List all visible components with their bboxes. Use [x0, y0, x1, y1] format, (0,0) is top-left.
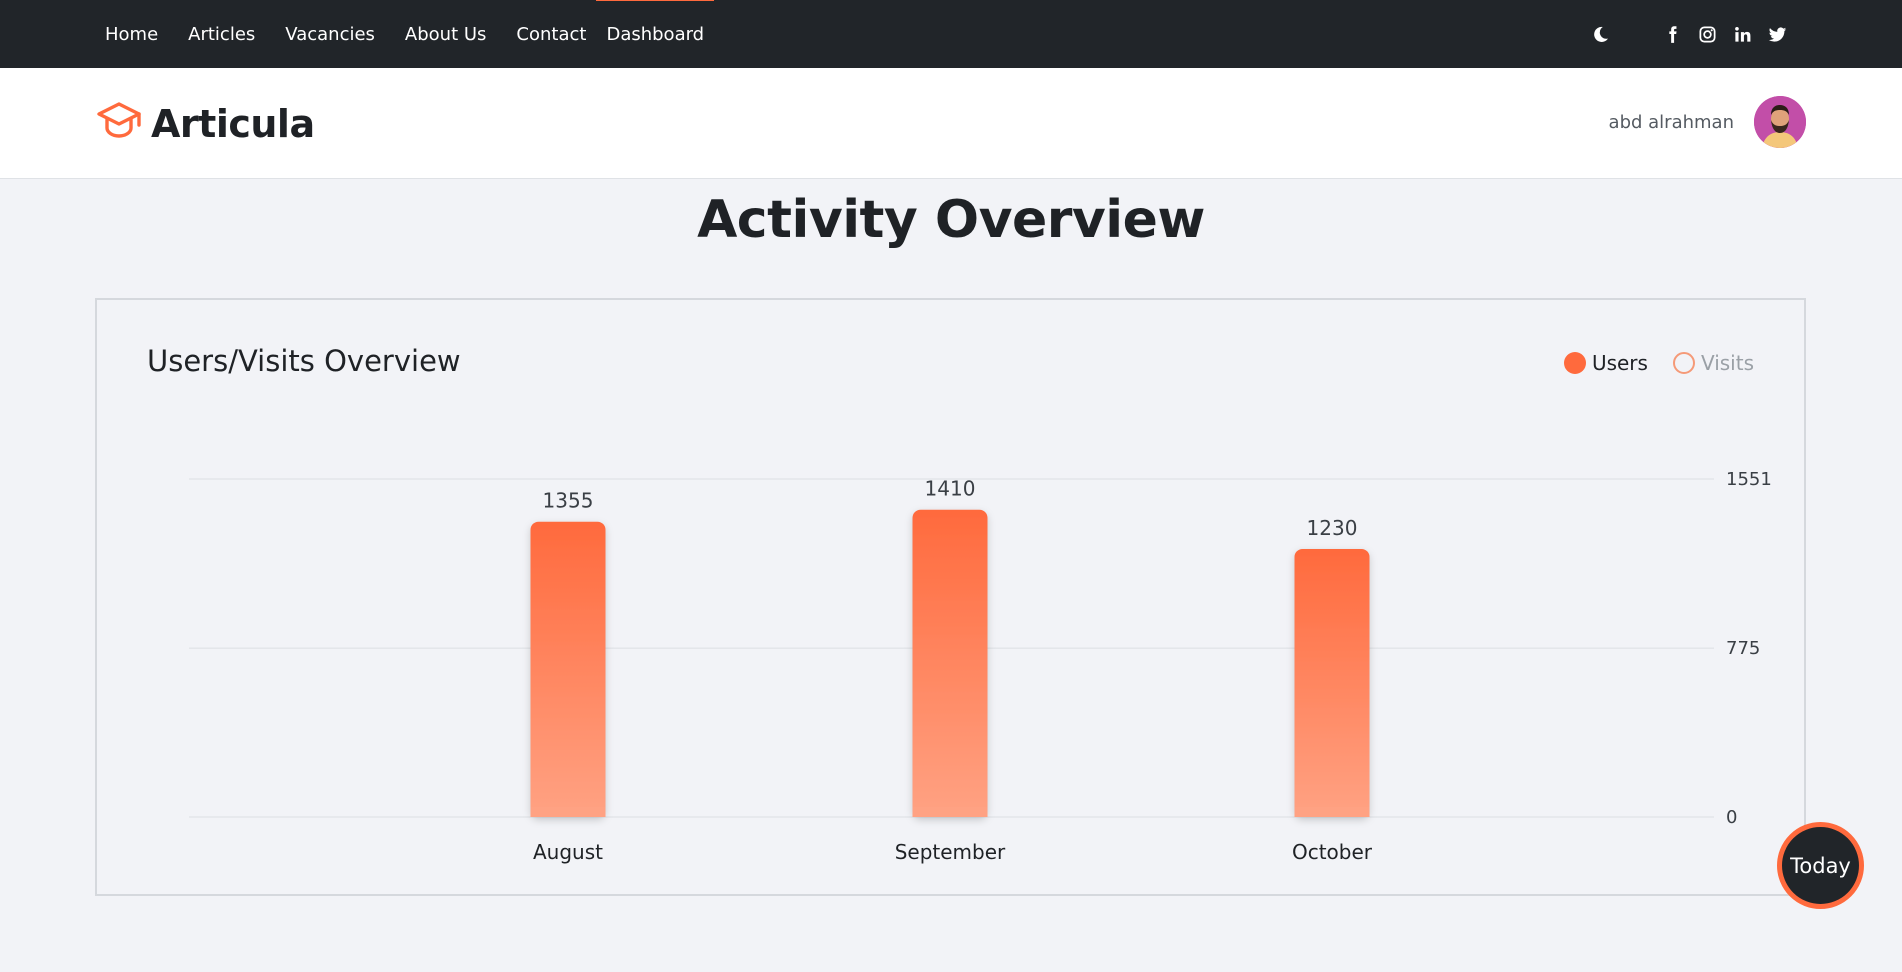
site-header: Articula abd alrahman	[0, 68, 1902, 179]
avatar[interactable]	[1754, 96, 1806, 148]
brand-logo[interactable]: Articula	[96, 101, 315, 147]
bar-value-label: 1410	[925, 477, 976, 501]
bar-base	[1294, 807, 1370, 817]
y-tick-label: 775	[1726, 638, 1760, 659]
instagram-icon[interactable]	[1697, 24, 1717, 44]
linkedin-icon[interactable]	[1732, 24, 1752, 44]
bar-august[interactable]	[530, 521, 606, 817]
chart-card: Users/Visits Overview Users Visits 0 775 1…	[95, 298, 1806, 896]
y-tick-label: 1551	[1726, 469, 1772, 490]
social-links	[1662, 0, 1787, 68]
user-menu[interactable]: abd alrahman	[1609, 96, 1806, 148]
bar-september[interactable]	[912, 509, 988, 817]
nav-link-vacancies[interactable]: Vacancies	[285, 24, 375, 45]
nav-links: Home Articles Vacancies About Us Contact…	[105, 0, 714, 68]
x-category-label: October	[1292, 840, 1373, 864]
bar-chart: 0 775 1551 1355 August 1410 September 1230 Octob…	[189, 469, 1772, 864]
page-title: Activity Overview	[697, 190, 1205, 250]
theme-toggle[interactable]	[1590, 0, 1610, 68]
graduation-cap-icon	[96, 101, 142, 147]
nav-link-articles[interactable]: Articles	[188, 24, 255, 45]
brand-name: Articula	[151, 102, 315, 146]
nav-link-home[interactable]: Home	[105, 24, 158, 45]
user-name: abd alrahman	[1608, 111, 1734, 133]
x-category-label: August	[533, 840, 603, 864]
facebook-icon[interactable]	[1662, 24, 1682, 44]
nav-link-contact[interactable]: Contact	[516, 24, 586, 45]
bar-value-label: 1355	[543, 489, 594, 513]
twitter-icon[interactable]	[1767, 24, 1787, 44]
bar-base	[912, 807, 988, 817]
today-button[interactable]: Today	[1777, 822, 1864, 909]
nav-link-about-us[interactable]: About Us	[405, 24, 487, 45]
top-navbar: Home Articles Vacancies About Us Contact…	[0, 0, 1902, 68]
x-category-label: September	[895, 840, 1006, 864]
y-tick-label: 0	[1726, 807, 1737, 828]
bar-base	[530, 807, 606, 817]
nav-link-dashboard[interactable]: Dashboard	[596, 0, 714, 45]
bar-value-label: 1230	[1307, 516, 1358, 540]
bar-october[interactable]	[1294, 548, 1370, 817]
moon-icon[interactable]	[1590, 24, 1610, 44]
